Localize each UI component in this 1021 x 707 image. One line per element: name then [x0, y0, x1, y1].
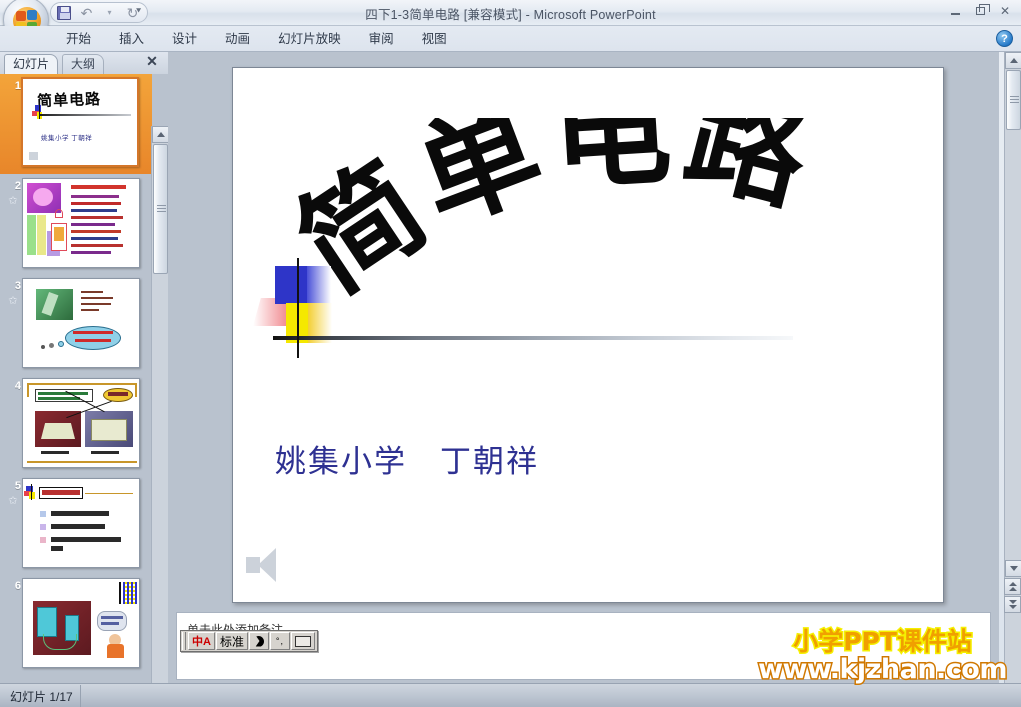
window-title: 四下1-3简单电路 [兼容模式] - Microsoft PowerPoint — [365, 8, 656, 22]
restore-button[interactable] — [968, 2, 992, 20]
close-button[interactable]: ✕ — [993, 2, 1017, 20]
slide-number: 4 — [14, 380, 21, 392]
tab-design[interactable]: 设计 — [158, 26, 211, 52]
scroll-down-button[interactable] — [1005, 560, 1021, 577]
animation-star-icon: ✩ — [8, 295, 18, 307]
ime-language-icon[interactable]: 中A — [188, 632, 215, 650]
undo-dropdown-icon[interactable]: ▾ — [99, 4, 120, 22]
scrollbar-thumb[interactable] — [1006, 70, 1021, 130]
thumbnail-list: 1 简单电路 姚集小学 丁朝祥 2 ✩ 3 ✩ 4 5 ✩ 6 — [0, 74, 152, 683]
ime-mode-button[interactable]: 标准 — [215, 632, 248, 650]
save-button[interactable] — [53, 4, 74, 22]
tab-home[interactable]: 开始 — [52, 26, 105, 52]
thumbnail-preview — [22, 578, 140, 668]
next-slide-button[interactable] — [1004, 596, 1021, 613]
status-bar: 幻灯片 1/17 — [0, 683, 1021, 707]
thumbnail-slide-6[interactable]: 6 — [0, 574, 152, 674]
thumbnail-slide-4[interactable]: 4 — [0, 374, 152, 474]
minimize-button[interactable] — [943, 2, 967, 20]
quick-access-toolbar: ↶ ▾ ↻ — [50, 2, 148, 23]
tab-insert[interactable]: 插入 — [105, 26, 158, 52]
ime-keyboard-icon[interactable] — [290, 632, 315, 650]
thumbnail-preview: 简单电路 姚集小学 丁朝祥 — [21, 77, 139, 167]
scrollbar-thumb[interactable] — [153, 144, 168, 274]
animation-star-icon: ✩ — [8, 495, 18, 507]
thumbnail-slide-1[interactable]: 1 简单电路 姚集小学 丁朝祥 — [0, 74, 152, 174]
ime-toolbar[interactable]: 中A 标准 °, — [180, 630, 318, 652]
tab-slides[interactable]: 幻灯片 — [4, 54, 59, 74]
scroll-up-button[interactable] — [152, 126, 169, 143]
slides-pane: 幻灯片 大纲 ✕ 1 简单电路 姚集小学 丁朝祥 2 ✩ 3 ✩ 4 5 ✩ 6 — [0, 52, 169, 707]
tab-view[interactable]: 视图 — [408, 26, 461, 52]
slide-decoration — [253, 258, 813, 358]
thumb-subtitle: 姚集小学 丁朝祥 — [41, 135, 93, 142]
tab-review[interactable]: 审阅 — [355, 26, 408, 52]
save-icon — [56, 5, 71, 20]
thumbnail-scrollbar[interactable] — [151, 126, 169, 707]
thumb-motif-icon — [32, 105, 48, 119]
slide-subtitle[interactable]: 姚集小学 丁朝祥 — [275, 436, 875, 481]
customize-qat-icon[interactable]: ⯆ — [135, 6, 142, 17]
tab-animations[interactable]: 动画 — [211, 26, 264, 52]
window-controls: ✕ — [943, 2, 1017, 20]
thumbnail-slide-5[interactable]: 5 ✩ — [0, 474, 152, 574]
thumbnail-slide-2[interactable]: 2 ✩ — [0, 174, 152, 274]
slides-pane-tabs: 幻灯片 大纲 ✕ — [0, 52, 168, 74]
slide-number: 6 — [14, 580, 21, 592]
thumb-speaker-icon — [29, 152, 38, 160]
thumbnail-slide-3[interactable]: 3 ✩ — [0, 274, 152, 374]
powerpoint-window: 四下1-3简单电路 [兼容模式] - Microsoft PowerPoint … — [0, 0, 1021, 707]
slide-number: 5 — [14, 480, 21, 492]
ime-punctuation-icon[interactable]: °, — [269, 632, 290, 650]
scroll-up-button[interactable] — [1005, 52, 1021, 69]
ribbon-tab-bar: 开始 插入 设计 动画 幻灯片放映 审阅 视图 ? — [0, 26, 1021, 52]
thumbnail-preview — [22, 178, 140, 268]
slide-number: 3 — [14, 280, 21, 292]
ime-drag-handle[interactable] — [182, 632, 186, 650]
slide-canvas[interactable]: 简单电路 姚集小学 丁朝祥 — [232, 67, 944, 603]
animation-star-icon: ✩ — [8, 195, 18, 207]
title-bar: 四下1-3简单电路 [兼容模式] - Microsoft PowerPoint … — [0, 0, 1021, 43]
close-pane-icon[interactable]: ✕ — [144, 54, 160, 70]
tab-slideshow[interactable]: 幻灯片放映 — [264, 26, 355, 52]
thumbnail-preview — [22, 478, 140, 568]
ime-halfwidth-icon[interactable] — [248, 632, 269, 650]
thumbnail-preview — [22, 378, 140, 468]
help-icon[interactable]: ? — [996, 30, 1013, 47]
previous-slide-button[interactable] — [1004, 578, 1021, 595]
undo-button[interactable]: ↶ — [76, 4, 97, 22]
slide-number: 2 — [14, 180, 21, 192]
slide-counter: 幻灯片 1/17 — [10, 690, 73, 704]
ribbon-tabs: 开始 插入 设计 动画 幻灯片放映 审阅 视图 — [52, 26, 461, 52]
speaker-icon[interactable] — [246, 546, 290, 584]
thumbnail-preview — [22, 278, 140, 368]
tab-outline[interactable]: 大纲 — [62, 54, 105, 74]
slide-number: 1 — [14, 80, 21, 92]
